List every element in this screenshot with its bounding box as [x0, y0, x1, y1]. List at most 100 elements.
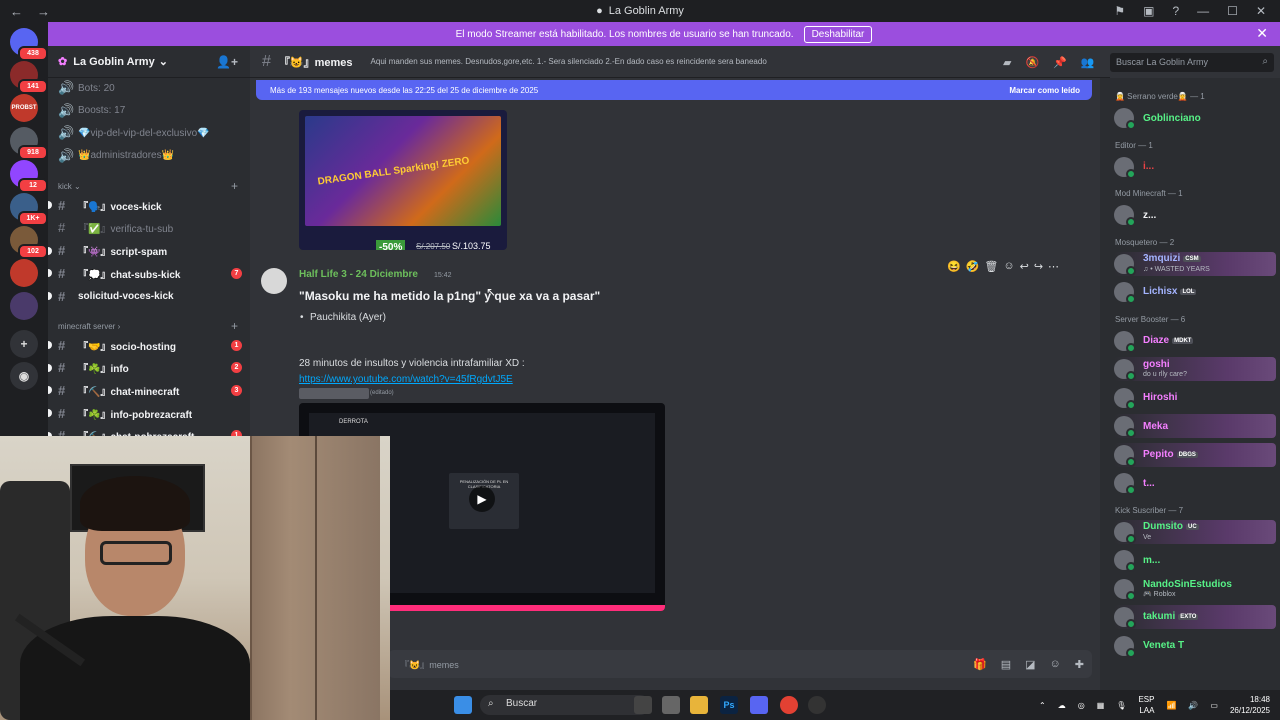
apps-icon[interactable]: ✚ — [1075, 658, 1084, 671]
more-icon[interactable]: ⋯ — [1048, 260, 1059, 273]
back-arrow-icon[interactable]: ← — [10, 4, 23, 19]
spoiler[interactable] — [299, 388, 369, 399]
reaction-icon[interactable]: 🗑 — [984, 260, 998, 273]
member-item[interactable]: t... — [1114, 471, 1276, 495]
mouse-cursor-icon: ↖ — [486, 285, 497, 299]
member-item[interactable]: Dumsito UC Ve — [1114, 519, 1276, 544]
avatar — [1114, 253, 1136, 276]
sticker-icon[interactable]: ◪ — [1025, 658, 1035, 671]
pin-icon[interactable]: 📌 — [1053, 56, 1067, 69]
member-item[interactable]: Lichisx LOL — [1114, 280, 1276, 304]
forward-arrow-icon[interactable]: → — [37, 4, 50, 19]
member-item[interactable]: Goblinciano — [1114, 106, 1276, 130]
close-icon[interactable]: ✕ — [1256, 25, 1268, 42]
channel-item[interactable]: # 『🗣️』voces-kick — [48, 195, 242, 215]
gif-icon[interactable]: ▤ — [1001, 658, 1011, 671]
member-item[interactable]: Diaze MDKT — [1114, 329, 1276, 353]
channel-label: 『🗣️』voces-kick — [78, 201, 162, 213]
channel-item[interactable]: # 『🤝』socio-hosting 1 — [48, 335, 242, 355]
server-icon[interactable] — [10, 292, 38, 320]
mark-read-button[interactable]: Marcar como leído — [1009, 86, 1080, 95]
battery-icon[interactable]: ▭ — [1210, 701, 1218, 710]
chevron-up-icon[interactable]: ⌃ — [1039, 701, 1046, 710]
chrome-icon[interactable] — [780, 696, 798, 714]
tray-icon[interactable]: ☁ — [1058, 701, 1066, 710]
channel-item[interactable]: # 『✅』verifica-tu-sub — [58, 218, 242, 238]
channel-item[interactable]: 🔊 💎vip-del-vip-del-exclusivo💎 — [58, 123, 242, 143]
message-link[interactable]: https://www.youtube.com/watch?v=45fRgdvt… — [299, 374, 513, 385]
add-reaction-icon[interactable]: ☺ — [1003, 260, 1014, 273]
volume-icon[interactable]: 🔊 — [1188, 701, 1198, 710]
play-icon[interactable]: ▶ — [469, 486, 495, 512]
game-embed[interactable]: DRAGON BALL Sparking! ZERO -50% S/.207.5… — [299, 110, 507, 250]
channel-item[interactable]: # 『☘️』info 2 — [48, 358, 242, 378]
taskbar-search[interactable]: ⌕ Buscar — [480, 695, 650, 715]
channel-item[interactable]: 🔊 Boosts: 17 — [58, 101, 242, 121]
screen-icon[interactable]: ▣ — [1143, 4, 1154, 18]
channel-item[interactable]: 🔊 Bots: 20 — [58, 78, 242, 98]
disable-button[interactable]: Deshabilitar — [803, 25, 873, 43]
mute-icon[interactable]: 🔕 — [1025, 56, 1039, 69]
wifi-icon[interactable]: 📶 — [1166, 701, 1176, 710]
channel-item[interactable]: # solicitud-voces-kick — [48, 286, 242, 306]
notification-badge: 12 — [18, 178, 48, 193]
members-icon[interactable]: 👥 — [1081, 56, 1095, 69]
member-item[interactable]: goshi do u rlly care? — [1114, 357, 1276, 381]
app-icon[interactable] — [808, 696, 826, 714]
channel-item[interactable]: # 『💭』chat-subs-kick 7 — [48, 263, 242, 283]
channel-item[interactable]: 🔊 👑administradores👑 — [58, 146, 242, 166]
member-item[interactable]: m... — [1114, 548, 1276, 572]
new-messages-bar[interactable]: Más de 193 mensajes nuevos desde las 22:… — [256, 80, 1092, 100]
emoji-icon[interactable]: ☺ — [1050, 658, 1061, 671]
minimize-button[interactable]: — — [1197, 4, 1209, 18]
member-item[interactable]: takumi EXTO — [1114, 605, 1276, 629]
add-channel-icon[interactable]: + — [231, 179, 238, 193]
app-icon[interactable] — [662, 696, 680, 714]
invite-icon[interactable]: 👤+ — [216, 55, 238, 69]
member-item[interactable]: 3mquizi CSM ♫ • WASTED YEARS — [1114, 251, 1276, 276]
category-minecraft[interactable]: minecraft server › + — [58, 319, 238, 333]
mic-icon[interactable]: 🎙 — [1116, 701, 1126, 710]
member-item[interactable]: Pepito DBGS — [1114, 442, 1276, 467]
clock[interactable]: 18:48 26/12/2025 — [1230, 694, 1270, 716]
forward-icon[interactable]: ↪ — [1034, 260, 1043, 273]
add-channel-icon[interactable]: + — [231, 319, 238, 333]
member-item[interactable]: Meka — [1114, 414, 1276, 438]
member-item[interactable]: z... — [1114, 203, 1276, 227]
windows-start-icon[interactable] — [454, 696, 472, 714]
maximize-button[interactable]: ☐ — [1227, 4, 1238, 18]
member-item[interactable]: Hiroshi — [1114, 386, 1276, 410]
channel-item[interactable]: # 『⛏️』chat-minecraft 3 — [48, 380, 242, 400]
help-icon[interactable]: ? — [1172, 4, 1179, 18]
channel-item[interactable]: # 『☘️』info-pobrezacraft — [48, 403, 242, 423]
member-item[interactable]: NandoSinEstudios 🎮 Roblox — [1114, 577, 1276, 601]
server-header[interactable]: ✿ La Goblin Army ⌄ 👤+ — [48, 46, 250, 78]
threads-icon[interactable]: ▰ — [1003, 56, 1011, 69]
discord-icon[interactable] — [750, 696, 768, 714]
tray-icon[interactable]: ◎ — [1078, 701, 1085, 710]
tray-icon[interactable]: ▦ — [1097, 701, 1105, 710]
server-icon[interactable] — [10, 259, 38, 287]
language-indicator[interactable]: ESP LAA — [1138, 694, 1154, 716]
task-view-icon[interactable] — [634, 696, 652, 714]
avatar[interactable] — [261, 268, 287, 294]
close-button[interactable]: ✕ — [1256, 4, 1266, 18]
inbox-icon[interactable]: ⚑ — [1114, 4, 1125, 18]
reply-icon[interactable]: ↩ — [1020, 260, 1029, 273]
file-explorer-icon[interactable] — [690, 696, 708, 714]
message-author[interactable]: Half Life 3 - 24 Diciembre — [299, 269, 418, 280]
member-item[interactable]: Veneta T — [1114, 634, 1276, 658]
server-icon[interactable]: PROBST — [10, 94, 38, 122]
category-kick[interactable]: kick ⌄ + — [58, 179, 238, 193]
member-item[interactable]: i... — [1114, 155, 1276, 179]
channel-topic[interactable]: Aqui manden sus memes. Desnudos,gore,etc… — [371, 57, 767, 66]
add-server-icon[interactable]: + — [10, 330, 38, 358]
gift-icon[interactable]: 🎁 — [973, 658, 987, 671]
message-input[interactable]: 『😺』memes 🎁 ▤ ◪ ☺ ✚ — [388, 650, 1092, 678]
discover-icon[interactable]: ◉ — [10, 362, 38, 390]
reaction-icon[interactable]: 😆 — [947, 260, 961, 273]
channel-item[interactable]: # 『👾』script-spam — [48, 241, 242, 261]
reaction-icon[interactable]: 🤣 — [966, 260, 980, 273]
search-input[interactable]: Buscar La Goblin Army ⌕ — [1110, 53, 1274, 72]
photoshop-icon[interactable]: Ps — [720, 696, 738, 714]
